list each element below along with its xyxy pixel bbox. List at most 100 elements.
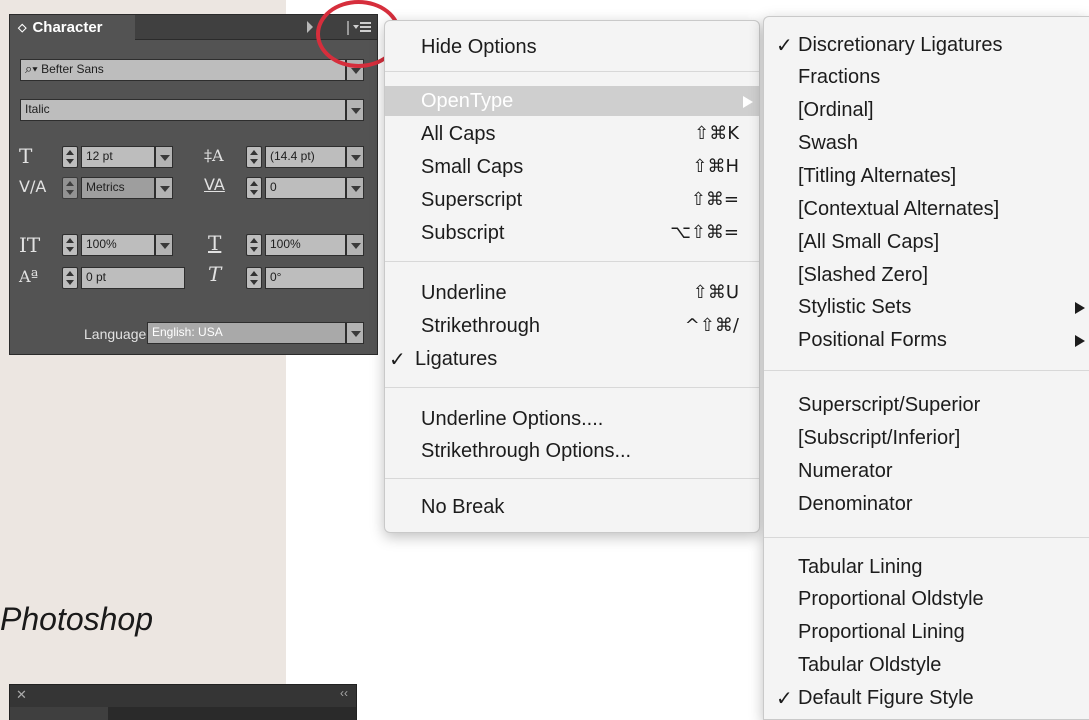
menu-item-numerator[interactable]: Numerator — [764, 456, 1089, 486]
horizontal-scale-dropdown[interactable] — [346, 234, 364, 256]
menu-item-all-caps[interactable]: All Caps ⇧⌘K — [385, 119, 759, 149]
font-style-field[interactable]: Italic — [20, 99, 346, 121]
submenu-arrow-icon — [1075, 302, 1085, 314]
menu-item-label: [All Small Caps] — [798, 231, 940, 253]
menu-item-opentype[interactable]: OpenType — [385, 86, 759, 116]
menu-item-discretionary-ligatures[interactable]: ✓ Discretionary Ligatures — [764, 30, 1089, 60]
menu-item-label: Stylistic Sets — [798, 296, 912, 318]
menu-item-tabular-oldstyle[interactable]: Tabular Oldstyle — [764, 650, 1089, 680]
menu-shortcut: ⌥⇧⌘= — [670, 222, 739, 243]
menu-item-label: Superscript/Superior — [798, 394, 981, 416]
skew-input[interactable]: 0° — [265, 267, 364, 289]
vertical-scale-icon: IT — [19, 233, 41, 257]
menu-separator — [385, 387, 759, 388]
menu-item-fractions[interactable]: Fractions — [764, 62, 1089, 92]
kerning-stepper[interactable] — [62, 177, 78, 199]
font-style-dropdown[interactable] — [346, 99, 364, 121]
kerning-dropdown[interactable] — [155, 177, 173, 199]
menu-item-strikethrough[interactable]: Strikethrough ^⇧⌘/ — [385, 311, 759, 341]
baseline-shift-value: 0 pt — [86, 270, 107, 284]
tracking-stepper[interactable] — [246, 177, 262, 199]
menu-item-label: Fractions — [798, 66, 881, 88]
menu-item-subscript[interactable]: Subscript ⌥⇧⌘= — [385, 218, 759, 248]
menu-item-label: All Caps — [421, 123, 496, 145]
baseline-shift-stepper[interactable] — [62, 267, 78, 289]
menu-item-proportional-lining[interactable]: Proportional Lining — [764, 617, 1089, 647]
leading-input[interactable]: (14.4 pt) — [265, 146, 346, 168]
menu-item-all-small-caps[interactable]: [All Small Caps] — [764, 227, 1089, 257]
kerning-input[interactable]: Metrics — [81, 177, 155, 199]
leading-stepper[interactable] — [246, 146, 262, 168]
panel-options-menu: Hide Options OpenType All Caps ⇧⌘K Small … — [384, 20, 760, 533]
language-value: English: USA — [152, 325, 223, 339]
menu-shortcut: ⇧⌘H — [692, 156, 739, 177]
menu-item-no-break[interactable]: No Break — [385, 492, 759, 522]
leading-dropdown[interactable] — [346, 146, 364, 168]
menu-item-label: OpenType — [421, 90, 514, 112]
close-icon[interactable]: ✕ — [16, 687, 27, 703]
skew-icon: T — [208, 262, 222, 286]
font-family-value: Befter Sans — [41, 62, 104, 76]
tracking-dropdown[interactable] — [346, 177, 364, 199]
menu-separator — [764, 370, 1089, 371]
character-panel: ◇ Character ⌕▾ Befter Sans Italic T 12 pt… — [9, 14, 378, 355]
menu-item-small-caps[interactable]: Small Caps ⇧⌘H — [385, 152, 759, 182]
menu-item-tabular-lining[interactable]: Tabular Lining — [764, 552, 1089, 582]
menu-item-ordinal[interactable]: [Ordinal] — [764, 95, 1089, 125]
menu-item-ligatures[interactable]: ✓ Ligatures — [385, 344, 759, 374]
skew-stepper[interactable] — [246, 267, 262, 289]
menu-item-proportional-oldstyle[interactable]: Proportional Oldstyle — [764, 584, 1089, 614]
menu-item-label: [Ordinal] — [798, 99, 874, 121]
vertical-scale-dropdown[interactable] — [155, 234, 173, 256]
menu-item-stylistic-sets[interactable]: Stylistic Sets — [764, 292, 1089, 322]
panel-title: Character — [32, 19, 103, 36]
font-size-stepper[interactable] — [62, 146, 78, 168]
menu-item-slashed-zero[interactable]: [Slashed Zero] — [764, 260, 1089, 290]
photoshop-panel: ✕ ‹‹ — [9, 684, 357, 720]
search-icon: ⌕▾ — [25, 61, 38, 76]
skew-value: 0° — [270, 270, 282, 284]
menu-item-hide-options[interactable]: Hide Options — [385, 32, 759, 62]
baseline-shift-input[interactable]: 0 pt — [81, 267, 185, 289]
language-dropdown[interactable] — [346, 322, 364, 344]
language-select[interactable]: English: USA — [147, 322, 346, 344]
menu-item-swash[interactable]: Swash — [764, 128, 1089, 158]
vertical-scale-input[interactable]: 100% — [81, 234, 155, 256]
menu-item-underline[interactable]: Underline ⇧⌘U — [385, 278, 759, 308]
horizontal-scale-value: 100% — [270, 237, 301, 251]
menu-item-label: Default Figure Style — [798, 687, 974, 709]
language-label: Language: — [84, 326, 151, 342]
vertical-scale-stepper[interactable] — [62, 234, 78, 256]
collapse-arrow-icon[interactable] — [307, 21, 313, 33]
font-size-dropdown[interactable] — [155, 146, 173, 168]
chevron-updown-icon[interactable]: ◇ — [18, 22, 26, 34]
menu-item-strikethrough-options[interactable]: Strikethrough Options... — [385, 436, 759, 466]
menu-item-contextual-alternates[interactable]: [Contextual Alternates] — [764, 194, 1089, 224]
font-size-input[interactable]: 12 pt — [81, 146, 155, 168]
leading-icon: ‡A — [204, 146, 224, 165]
collapse-icon[interactable]: ‹‹ — [340, 686, 348, 700]
tracking-input[interactable]: 0 — [265, 177, 346, 199]
photoshop-tab[interactable] — [10, 707, 108, 720]
menu-item-label: Hide Options — [421, 36, 537, 58]
menu-item-titling-alternates[interactable]: [Titling Alternates] — [764, 161, 1089, 191]
checkmark-icon: ✓ — [776, 33, 793, 57]
menu-item-superscript-superior[interactable]: Superscript/Superior — [764, 390, 1089, 420]
font-family-field[interactable]: ⌕▾ Befter Sans — [20, 59, 346, 81]
menu-separator — [385, 71, 759, 72]
menu-item-label: Positional Forms — [798, 329, 947, 351]
menu-item-label: Swash — [798, 132, 859, 154]
menu-item-subscript-inferior[interactable]: [Subscript/Inferior] — [764, 423, 1089, 453]
menu-item-superscript[interactable]: Superscript ⇧⌘= — [385, 185, 759, 215]
menu-item-positional-forms[interactable]: Positional Forms — [764, 325, 1089, 355]
menu-item-label: Tabular Lining — [798, 556, 923, 578]
menu-item-denominator[interactable]: Denominator — [764, 489, 1089, 519]
horizontal-scale-stepper[interactable] — [246, 234, 262, 256]
horizontal-scale-input[interactable]: 100% — [265, 234, 346, 256]
menu-item-default-figure-style[interactable]: ✓ Default Figure Style — [764, 683, 1089, 713]
kerning-value: Metrics — [86, 180, 125, 194]
font-style-value: Italic — [25, 102, 50, 116]
menu-item-underline-options[interactable]: Underline Options.... — [385, 404, 759, 434]
panel-tab-character[interactable]: ◇ Character — [10, 15, 135, 41]
menu-separator — [385, 478, 759, 479]
